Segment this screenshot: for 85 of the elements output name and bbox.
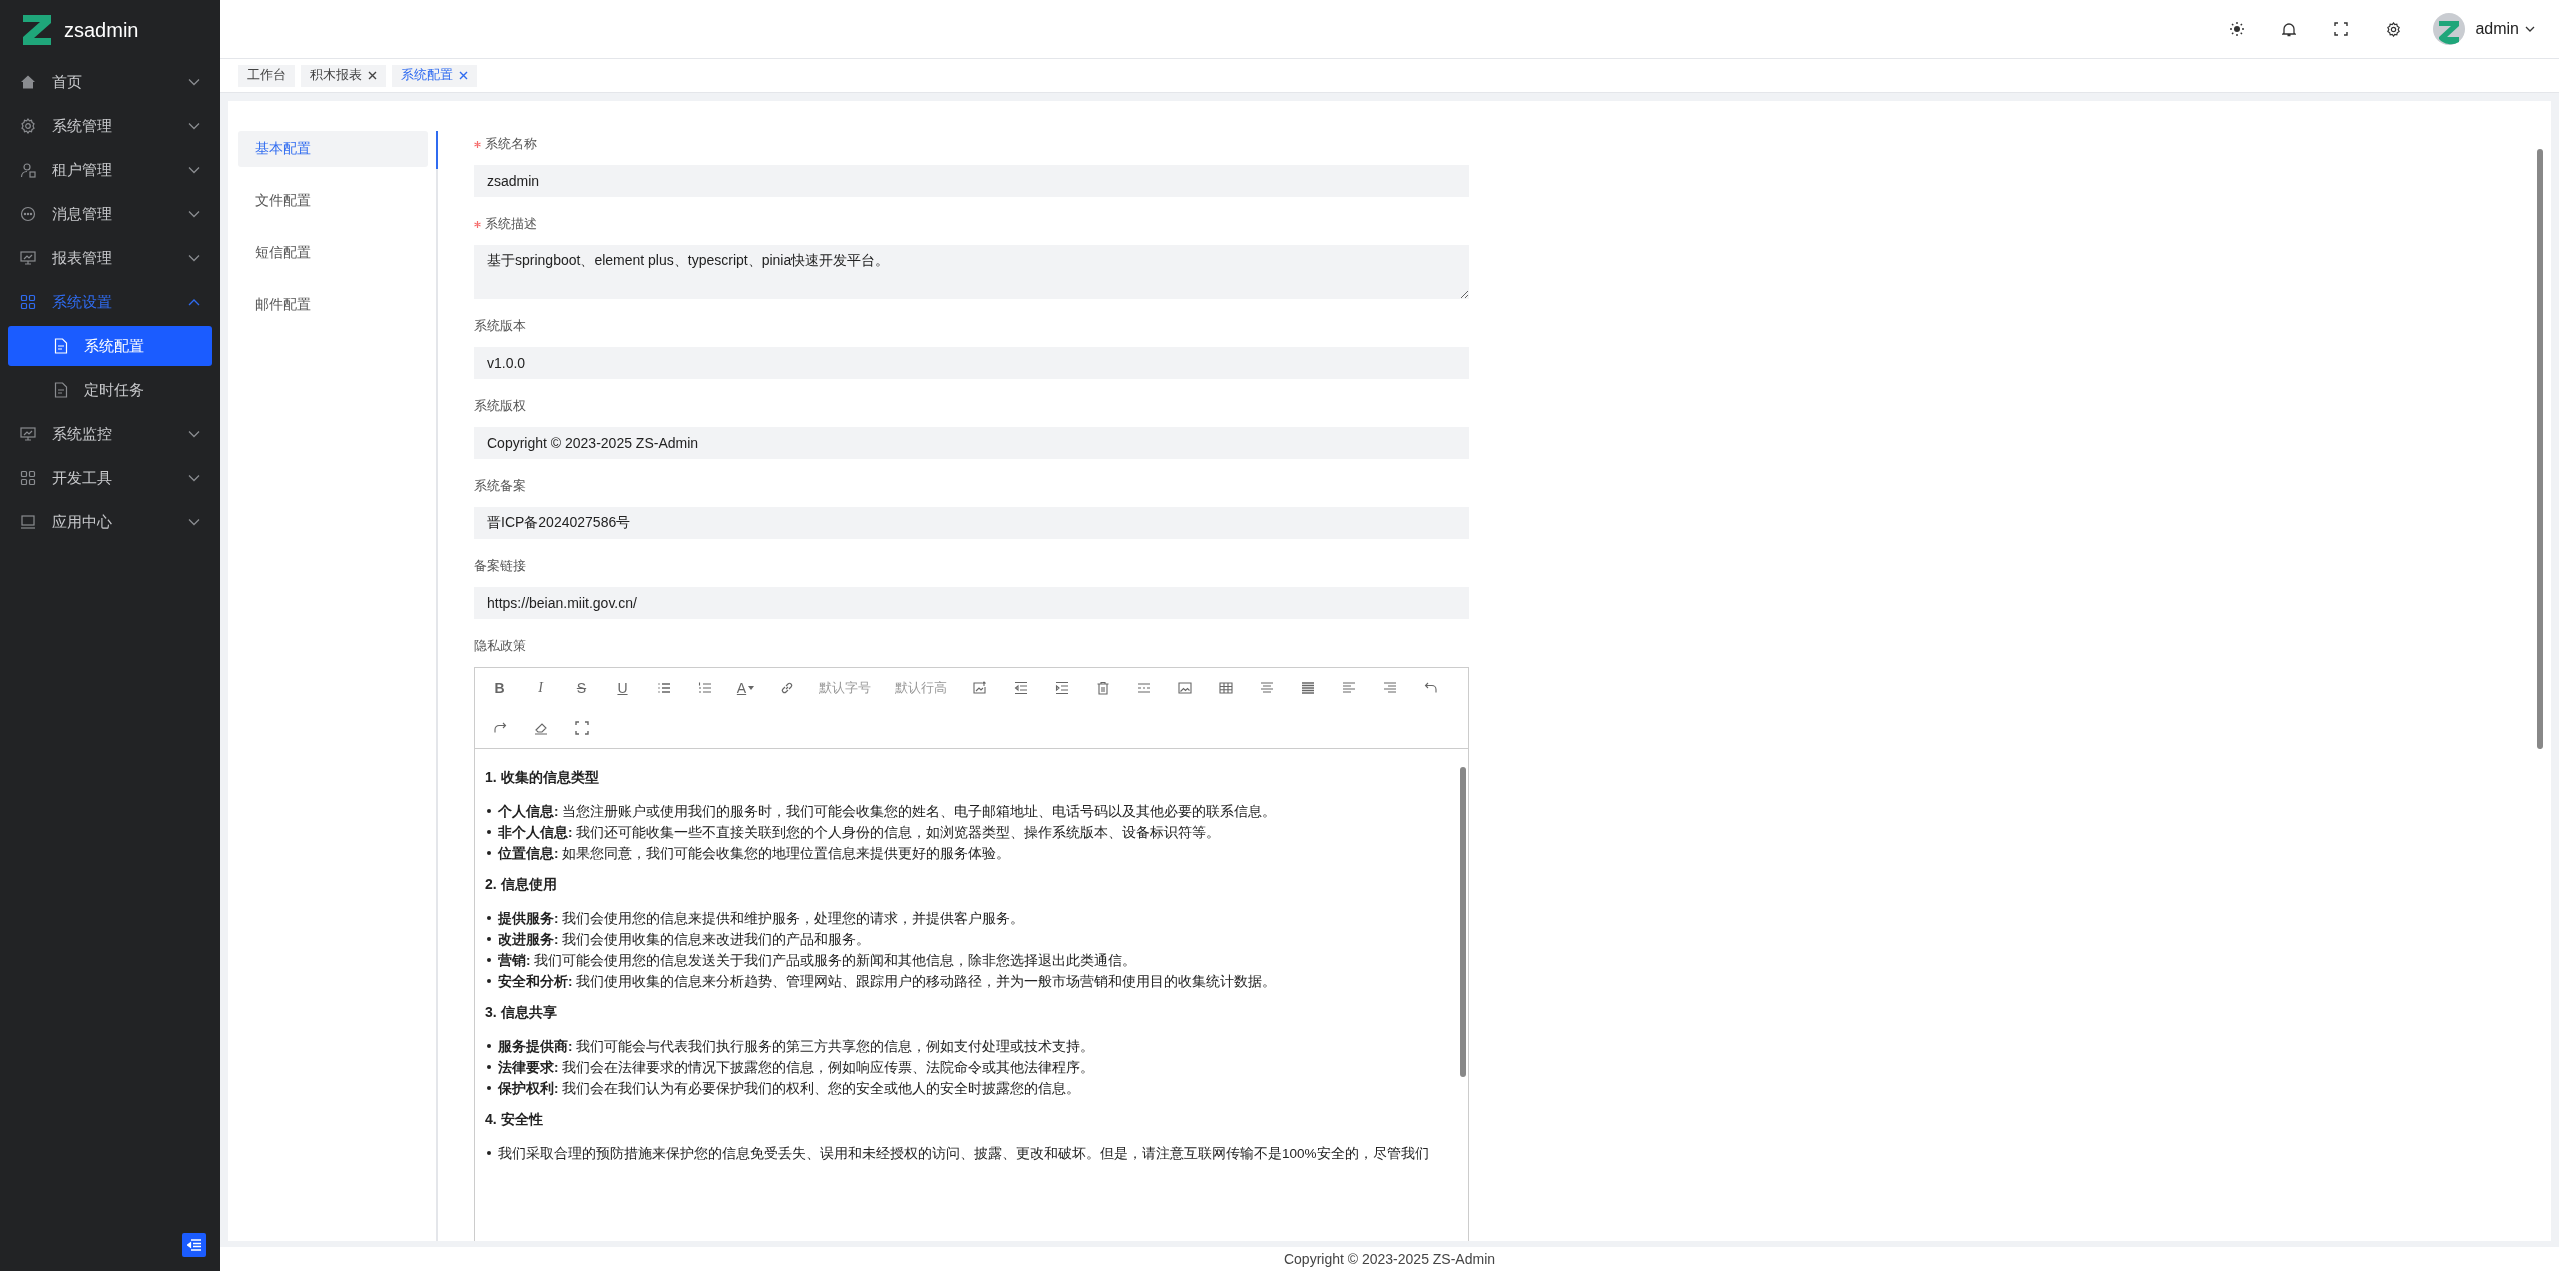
settings-icon [2385, 21, 2401, 37]
list-item: 我们采取合理的预防措施来保护您的信息免受丢失、误用和未经授权的访问、披露、更改和破坏。但是，请注意互联网传输不是100%安全的，尽管我们 [485, 1143, 1448, 1164]
font-color-button[interactable]: A [725, 668, 766, 708]
list-item: 法律要求: 我们会在法律要求的情况下披露您的信息，例如响应传票、法院命令或其他法律程序。 [485, 1057, 1448, 1078]
section-heading: 1. 收集的信息类型 [485, 769, 600, 787]
field-label: 系统名称 [485, 135, 537, 153]
section-heading: 3. 信息共享 [485, 1004, 558, 1022]
chevron-down-icon [188, 518, 200, 526]
text-area[interactable]: 基于springboot、element plus、typescript、pinia快速开发平台。 [474, 245, 1469, 299]
field-label: 系统版权 [474, 397, 526, 415]
list-item: 改进服务: 我们会使用收集的信息来改进我们的产品和服务。 [485, 929, 1448, 950]
submenu-item[interactable]: 系统配置 [8, 326, 212, 366]
collapse-button[interactable] [182, 1233, 206, 1257]
bell-icon [2282, 21, 2297, 37]
app-name: zsadmin [64, 18, 139, 42]
field-label: 系统描述 [485, 215, 537, 233]
input-field[interactable]: Copyright © 2023-2025 ZS-Admin [474, 427, 1469, 459]
page-tab[interactable]: 系统配置 [392, 64, 477, 87]
board-icon [20, 426, 36, 442]
list-item: 服务提供商: 我们可能会与代表我们执行服务的第三方共享您的信息，例如支付处理或技术支持。 [485, 1036, 1448, 1057]
chevron-down-icon [188, 122, 200, 130]
field-label: 备案链接 [474, 557, 526, 575]
menu-fold-icon [187, 1239, 201, 1251]
field-label: 系统版本 [474, 317, 526, 335]
home-icon [20, 74, 36, 90]
grid-icon [20, 470, 36, 486]
input-field[interactable]: zsadmin [474, 165, 1469, 197]
page-tab[interactable]: 积木报表 [301, 64, 386, 87]
document-icon [54, 338, 68, 354]
chevron-down-icon [2525, 25, 2535, 33]
menu-item[interactable]: 开发工具 [0, 456, 220, 500]
bold-button[interactable]: B [479, 668, 520, 708]
menu-item[interactable]: 报表管理 [0, 236, 220, 280]
list-item: 个人信息: 当您注册账户或使用我们的服务时，我们可能会收集您的姓名、电子邮箱地址、电话号码以及其他必要的联系信息。 [485, 801, 1448, 822]
page-tab[interactable]: 工作台 [238, 64, 295, 87]
list-item: 安全和分析: 我们使用收集的信息来分析趋势、管理网站、跟踪用户的移动路径，并为一般市场营销和使用目的收集统计数据。 [485, 971, 1448, 992]
field-label: 隐私政策 [474, 637, 526, 655]
gear-icon [20, 118, 36, 134]
user-menu[interactable]: admin [2475, 20, 2535, 38]
chevron-down-icon [188, 430, 200, 438]
config-tab[interactable]: 短信配置 [238, 235, 428, 271]
chat-icon [20, 206, 36, 222]
menu-item[interactable]: 系统管理 [0, 104, 220, 148]
italic-button[interactable]: I [520, 668, 561, 708]
logo-icon [22, 14, 52, 46]
input-field[interactable]: 晋ICP备2024027586号 [474, 507, 1469, 539]
chevron-down-icon [188, 210, 200, 218]
list-item: 非个人信息: 我们还可能收集一些不直接关联到您的个人身份的信息，如浏览器类型、操作系统版本、设备标识符等。 [485, 822, 1448, 843]
config-tab[interactable]: 基本配置 [238, 131, 428, 167]
close-icon[interactable] [368, 71, 377, 80]
strike-button[interactable]: S [561, 668, 602, 708]
section-heading: 2. 信息使用 [485, 876, 558, 894]
board-icon [20, 250, 36, 266]
menu-item[interactable]: 租户管理 [0, 148, 220, 192]
user-icon [20, 162, 36, 178]
underline-button[interactable]: U [602, 668, 643, 708]
menu-item[interactable]: 系统监控 [0, 412, 220, 456]
sun-icon [2230, 22, 2245, 36]
chevron-up-icon [188, 298, 200, 306]
menu-item[interactable]: 应用中心 [0, 500, 220, 544]
submenu-item[interactable]: 定时任务 [8, 370, 212, 410]
footer-copyright: Copyright © 2023-2025 ZS-Admin [220, 1247, 2559, 1271]
grid-icon [20, 294, 36, 310]
menu-item[interactable]: 消息管理 [0, 192, 220, 236]
avatar [2433, 13, 2466, 45]
input-field[interactable]: v1.0.0 [474, 347, 1469, 379]
laptop-icon [20, 514, 36, 530]
list-item: 提供服务: 我们会使用您的信息来提供和维护服务，处理您的请求，并提供客户服务。 [485, 908, 1448, 929]
section-heading: 4. 安全性 [485, 1111, 544, 1129]
menu-item[interactable]: 首页 [0, 60, 220, 104]
config-tab[interactable]: 邮件配置 [238, 287, 428, 323]
caret-icon [748, 686, 755, 690]
chevron-down-icon [188, 254, 200, 262]
document-icon [54, 382, 68, 398]
input-field[interactable]: https://beian.miit.gov.cn/ [474, 587, 1469, 619]
chevron-down-icon [188, 78, 200, 86]
list-item: 营销: 我们可能会使用您的信息发送关于我们产品或服务的新闻和其他信息，除非您选择退出此类通信。 [485, 950, 1448, 971]
list-item: 保护权利: 我们会在我们认为有必要保护我们的权利、您的安全或他人的安全时披露您的信息。 [485, 1078, 1448, 1099]
fullscreen-icon [2334, 22, 2349, 36]
chevron-down-icon [188, 474, 200, 482]
list-item: 位置信息: 如果您同意，我们可能会收集您的地理位置信息来提供更好的服务体验。 [485, 843, 1448, 864]
close-icon[interactable] [459, 71, 468, 80]
chevron-down-icon [188, 166, 200, 174]
field-label: 系统备案 [474, 477, 526, 495]
config-tab[interactable]: 文件配置 [238, 183, 428, 219]
